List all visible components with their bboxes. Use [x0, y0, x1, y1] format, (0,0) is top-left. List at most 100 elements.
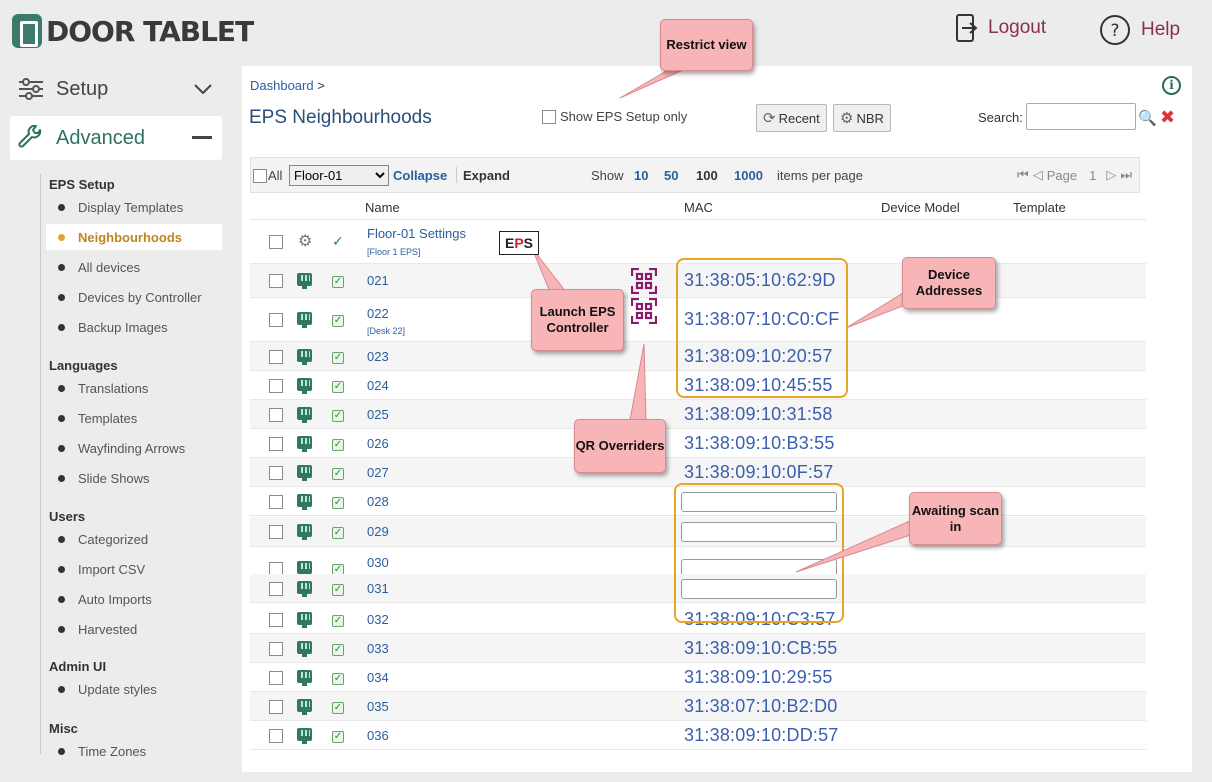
- settings-gear-icon[interactable]: ⚙: [298, 231, 312, 251]
- page-size-50[interactable]: 50: [664, 168, 678, 183]
- prev-page-icon[interactable]: ◁: [1033, 167, 1043, 183]
- row-name-link[interactable]: 036: [367, 728, 389, 743]
- page-size-10[interactable]: 10: [634, 168, 648, 183]
- nav-item-slide-shows[interactable]: Slide Shows: [46, 465, 222, 491]
- awaiting-scan-highlight: [674, 483, 844, 623]
- page-size-100[interactable]: 100: [696, 168, 718, 183]
- nav-item-templates[interactable]: Templates: [46, 405, 222, 431]
- page-label: Page: [1046, 167, 1078, 183]
- brand-logo: DOOR TABLET: [12, 14, 254, 48]
- collapse-link[interactable]: Collapse: [393, 168, 447, 183]
- row-checkbox[interactable]: [269, 313, 283, 327]
- breadcrumb-dashboard[interactable]: Dashboard: [250, 78, 314, 93]
- qr-override-icon[interactable]: [630, 267, 658, 299]
- search-icon[interactable]: 🔍: [1138, 109, 1157, 127]
- nav-item-label: Harvested: [78, 621, 138, 637]
- nav-bullet: [58, 685, 65, 693]
- nav-item-time-zones[interactable]: Time Zones: [46, 738, 222, 764]
- nav-advanced-label: Advanced: [56, 126, 145, 149]
- row-name-link[interactable]: 022: [367, 306, 389, 321]
- nav-setup[interactable]: Setup: [10, 67, 222, 111]
- logout-link[interactable]: Logout: [956, 14, 1046, 42]
- nbr-button[interactable]: ⚙ NBR: [833, 104, 891, 132]
- row-name-link[interactable]: Floor-01 Settings: [367, 226, 466, 241]
- first-page-icon[interactable]: ⏮: [1017, 167, 1029, 183]
- recent-label: Recent: [778, 110, 820, 126]
- show-eps-only-checkbox[interactable]: [542, 109, 556, 124]
- clear-search-icon[interactable]: ✖: [1160, 107, 1175, 128]
- row-name-link[interactable]: 027: [367, 465, 389, 480]
- nav-item-label: All devices: [78, 259, 141, 275]
- row-subtitle: [Floor 1 EPS]: [367, 247, 421, 257]
- nav-setup-label: Setup: [56, 77, 109, 100]
- row-name-link[interactable]: 034: [367, 670, 389, 685]
- mac-address: 31:38:09:10:29:55: [684, 667, 833, 687]
- help-link[interactable]: ? Help: [1099, 14, 1180, 46]
- nav-item-devices-by-controller[interactable]: Devices by Controller: [46, 284, 222, 310]
- expand-link[interactable]: Expand: [463, 168, 510, 183]
- nav-item-categorized[interactable]: Categorized: [46, 526, 222, 552]
- row-checkbox[interactable]: [269, 671, 283, 685]
- nav-item-translations[interactable]: Translations: [46, 375, 222, 401]
- nav-item-import-csv[interactable]: Import CSV: [46, 556, 222, 582]
- row-name-link[interactable]: 023: [367, 349, 389, 364]
- nav-section-title: Admin UI: [49, 659, 107, 674]
- row-checkbox[interactable]: [269, 408, 283, 422]
- refresh-icon: ⟳: [763, 110, 776, 127]
- qr-override-icon[interactable]: [630, 297, 658, 329]
- search-input[interactable]: [1026, 103, 1136, 130]
- nav-item-auto-imports[interactable]: Auto Imports: [46, 586, 222, 612]
- page-title: EPS Neighbourhoods: [249, 107, 432, 128]
- row-name-link[interactable]: 024: [367, 378, 389, 393]
- wrench-icon: [18, 125, 42, 148]
- status-check-icon: ✓: [332, 276, 344, 288]
- row-checkbox[interactable]: [269, 466, 283, 480]
- info-icon[interactable]: i: [1162, 76, 1181, 95]
- select-all[interactable]: All: [253, 168, 282, 183]
- floor-select[interactable]: Floor-01: [289, 165, 389, 186]
- nav-item-harvested[interactable]: Harvested: [46, 616, 222, 642]
- nav-item-wayfinding-arrows[interactable]: Wayfinding Arrows: [46, 435, 222, 461]
- row-checkbox[interactable]: [269, 495, 283, 509]
- nav-item-neighbourhoods[interactable]: Neighbourhoods: [46, 224, 222, 250]
- row-checkbox[interactable]: [269, 613, 283, 627]
- row-name-link[interactable]: 031: [367, 581, 389, 596]
- row-name-link[interactable]: 030: [367, 555, 389, 570]
- nav-item-display-templates[interactable]: Display Templates: [46, 194, 222, 220]
- last-page-icon[interactable]: ⏭: [1120, 167, 1132, 183]
- row-name-link[interactable]: 029: [367, 524, 389, 539]
- row-name-link[interactable]: 021: [367, 273, 389, 288]
- eps-controller-badge[interactable]: EPS: [499, 231, 539, 255]
- row-name-link[interactable]: 025: [367, 407, 389, 422]
- show-eps-only-toggle[interactable]: Show EPS Setup only: [542, 109, 687, 124]
- row-checkbox[interactable]: [269, 437, 283, 451]
- sidebar: Setup Advanced EPS Setup Display Template…: [0, 66, 236, 782]
- row-checkbox[interactable]: [269, 642, 283, 656]
- recent-button[interactable]: ⟳ Recent: [756, 104, 827, 132]
- row-name-link[interactable]: 032: [367, 612, 389, 627]
- row-checkbox[interactable]: [269, 235, 283, 249]
- row-name-link[interactable]: 035: [367, 699, 389, 714]
- select-all-checkbox[interactable]: [253, 168, 267, 183]
- nav-advanced[interactable]: Advanced: [10, 116, 222, 160]
- row-checkbox[interactable]: [269, 582, 283, 596]
- row-checkbox[interactable]: [269, 525, 283, 539]
- row-checkbox[interactable]: [269, 350, 283, 364]
- row-checkbox[interactable]: [269, 700, 283, 714]
- page-size-1000[interactable]: 1000: [734, 168, 763, 183]
- nav-item-all-devices[interactable]: All devices: [46, 254, 222, 280]
- col-name[interactable]: Name: [365, 200, 400, 215]
- row-checkbox[interactable]: [269, 274, 283, 288]
- col-mac[interactable]: MAC: [684, 200, 713, 215]
- row-name-link[interactable]: 026: [367, 436, 389, 451]
- row-checkbox[interactable]: [269, 729, 283, 743]
- col-template[interactable]: Template: [1013, 200, 1066, 215]
- col-device-model[interactable]: Device Model: [881, 200, 960, 215]
- show-eps-only-label: Show EPS Setup only: [560, 109, 688, 124]
- row-name-link[interactable]: 028: [367, 494, 389, 509]
- nav-item-backup-images[interactable]: Backup Images: [46, 314, 222, 340]
- next-page-icon[interactable]: ▷: [1106, 167, 1116, 183]
- row-checkbox[interactable]: [269, 379, 283, 393]
- row-name-link[interactable]: 033: [367, 641, 389, 656]
- nav-item-update-styles[interactable]: Update styles: [46, 676, 222, 702]
